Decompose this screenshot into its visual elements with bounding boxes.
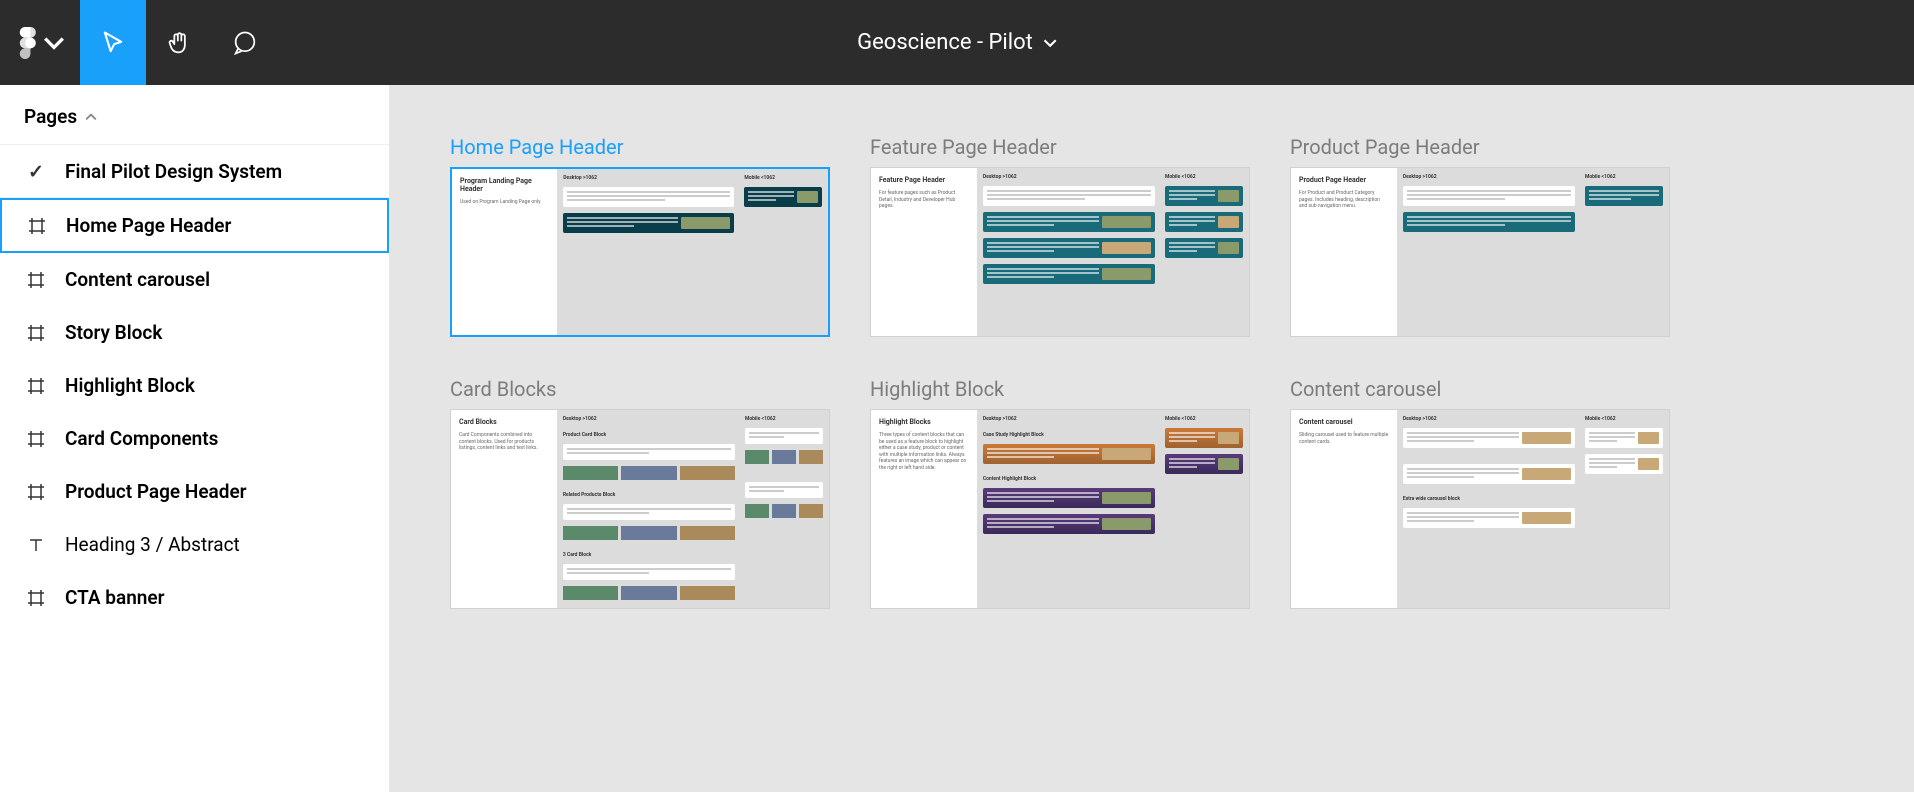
frame-icon <box>25 376 47 396</box>
frame-doc-panel: Program Landing Page HeaderUsed on Progr… <box>452 169 557 335</box>
page-item[interactable]: Content carousel <box>0 253 389 306</box>
figma-menu-button[interactable] <box>0 0 80 85</box>
frame-thumbnail[interactable]: Program Landing Page HeaderUsed on Progr… <box>450 167 830 337</box>
page-item-label: Highlight Block <box>65 374 195 397</box>
top-toolbar: Geoscience - Pilot <box>0 0 1914 85</box>
chevron-up-icon <box>85 111 97 123</box>
page-item-label: CTA banner <box>65 586 165 609</box>
page-item[interactable]: Home Page Header <box>0 198 389 253</box>
frame[interactable]: Highlight Block Highlight BlocksThree typ… <box>870 377 1250 609</box>
frame-icon <box>25 482 47 502</box>
comment-tool-button[interactable] <box>212 0 278 85</box>
page-item[interactable]: ✓ Final Pilot Design System <box>0 145 389 198</box>
chevron-down-icon <box>1043 36 1057 50</box>
main-area: Pages ✓ Final Pilot Design System Home Pag… <box>0 85 1914 792</box>
frame-thumbnail[interactable]: Feature Page HeaderFor feature pages suc… <box>870 167 1250 337</box>
frame[interactable]: Content carousel Content carouselSliding … <box>1290 377 1670 609</box>
page-item[interactable]: Product Page Header <box>0 465 389 518</box>
frame-icon <box>25 429 47 449</box>
page-item-label: Content carousel <box>65 268 210 291</box>
figma-logo-icon <box>15 27 37 59</box>
hand-tool-button[interactable] <box>146 0 212 85</box>
frame-preview-panel: Desktop >1062Extra wide carousel blockMo… <box>1397 410 1669 608</box>
checkmark-icon: ✓ <box>25 160 47 183</box>
frame[interactable]: Home Page Header Program Landing Page Hea… <box>450 135 830 337</box>
page-item-label: Story Block <box>65 321 162 344</box>
frame-doc-panel: Product Page HeaderFor Product and Produ… <box>1291 168 1397 336</box>
frame-preview-panel: Desktop >1062Case Study Highlight BlockC… <box>977 410 1249 608</box>
frame-doc-panel: Card BlocksCard Components combined into… <box>451 410 557 608</box>
page-item[interactable]: Card Components <box>0 412 389 465</box>
canvas[interactable]: Home Page Header Program Landing Page Hea… <box>390 85 1914 792</box>
frame-title[interactable]: Card Blocks <box>450 377 830 401</box>
page-item-label: Final Pilot Design System <box>65 160 282 183</box>
frame-icon <box>25 323 47 343</box>
frame-thumbnail[interactable]: Card BlocksCard Components combined into… <box>450 409 830 609</box>
frame-doc-panel: Feature Page HeaderFor feature pages suc… <box>871 168 977 336</box>
frame-title[interactable]: Content carousel <box>1290 377 1670 401</box>
text-icon <box>25 535 47 555</box>
frame-icon <box>25 270 47 290</box>
page-item[interactable]: Story Block <box>0 306 389 359</box>
frame-preview-panel: Desktop >1062Mobile <1062 <box>557 169 828 335</box>
frame[interactable]: Card Blocks Card BlocksCard Components co… <box>450 377 830 609</box>
page-item-label: Card Components <box>65 427 218 450</box>
page-item-label: Product Page Header <box>65 480 247 503</box>
page-item-label: Heading 3 / Abstract <box>65 533 240 556</box>
pages-section-label: Pages <box>24 105 77 128</box>
pages-panel: Pages ✓ Final Pilot Design System Home Pag… <box>0 85 390 792</box>
frame-title[interactable]: Highlight Block <box>870 377 1250 401</box>
frame[interactable]: Feature Page Header Feature Page HeaderFo… <box>870 135 1250 337</box>
frame-title[interactable]: Feature Page Header <box>870 135 1250 159</box>
page-list: ✓ Final Pilot Design System Home Page Head… <box>0 145 389 624</box>
frame-thumbnail[interactable]: Highlight BlocksThree types of content b… <box>870 409 1250 609</box>
file-title[interactable]: Geoscience - Pilot <box>857 30 1057 55</box>
frame-doc-panel: Highlight BlocksThree types of content b… <box>871 410 977 608</box>
frame-title[interactable]: Product Page Header <box>1290 135 1670 159</box>
frame-preview-panel: Desktop >1062Mobile <1062 <box>977 168 1249 336</box>
comment-icon <box>231 29 259 57</box>
frame-thumbnail[interactable]: Product Page HeaderFor Product and Produ… <box>1290 167 1670 337</box>
page-item[interactable]: Highlight Block <box>0 359 389 412</box>
pages-section-header[interactable]: Pages <box>0 85 389 145</box>
file-title-text: Geoscience - Pilot <box>857 30 1033 55</box>
hand-icon <box>165 29 193 57</box>
frame-grid: Home Page Header Program Landing Page Hea… <box>450 135 1854 609</box>
frame-icon <box>26 216 48 236</box>
cursor-icon <box>99 29 127 57</box>
frame[interactable]: Product Page Header Product Page HeaderFo… <box>1290 135 1670 337</box>
page-item[interactable]: CTA banner <box>0 571 389 624</box>
frame-title[interactable]: Home Page Header <box>450 135 830 159</box>
move-tool-button[interactable] <box>80 0 146 85</box>
frame-thumbnail[interactable]: Content carouselSliding carousel used to… <box>1290 409 1670 609</box>
page-item[interactable]: Heading 3 / Abstract <box>0 518 389 571</box>
page-item-label: Home Page Header <box>66 214 231 237</box>
frame-doc-panel: Content carouselSliding carousel used to… <box>1291 410 1397 608</box>
frame-preview-panel: Desktop >1062Product Card BlockRelated P… <box>557 410 829 608</box>
frame-preview-panel: Desktop >1062Mobile <1062 <box>1397 168 1669 336</box>
chevron-down-icon <box>43 27 65 59</box>
frame-icon <box>25 588 47 608</box>
